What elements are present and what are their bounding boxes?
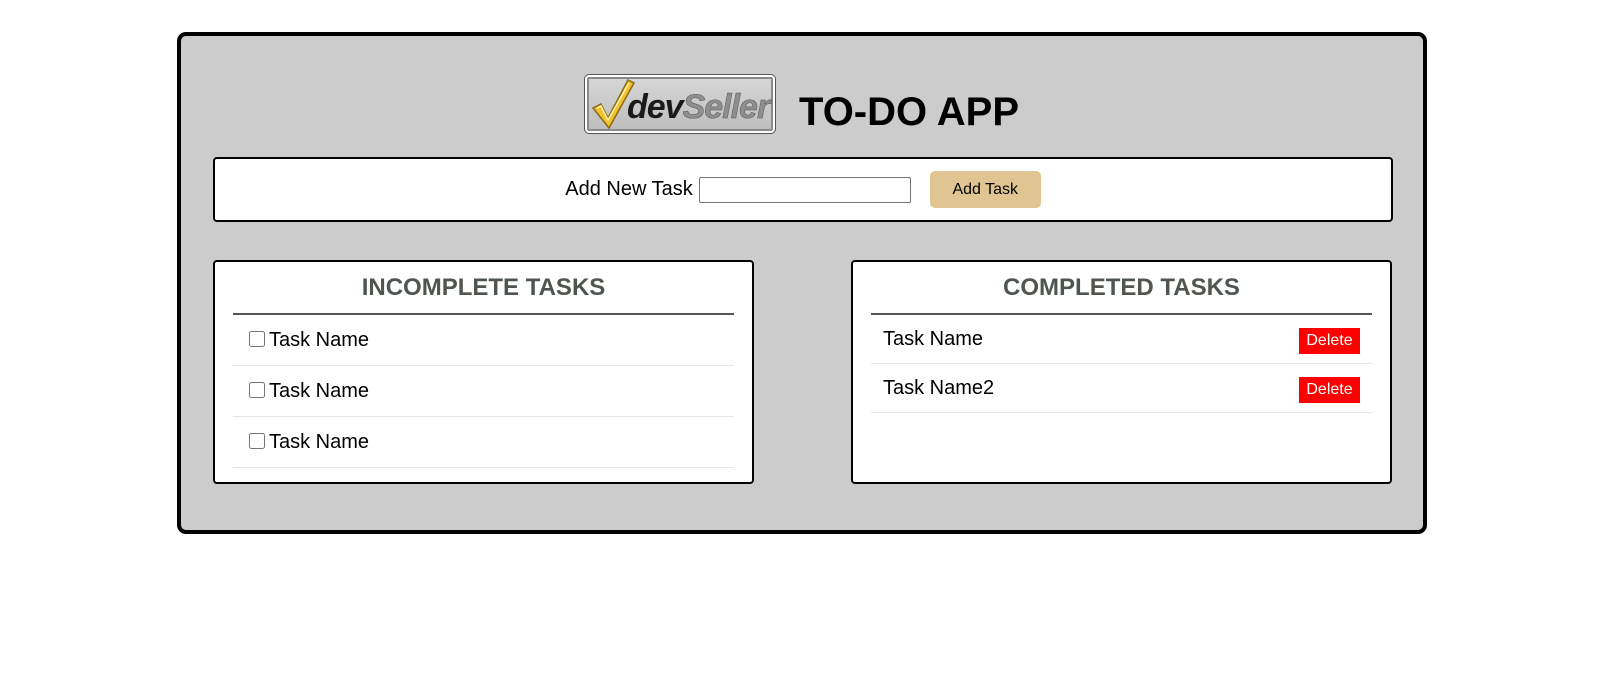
add-task-button[interactable]: Add Task [929,171,1041,208]
task-name: Task Name [269,328,370,351]
logo-text-dev: dev [626,87,684,126]
task-checkbox[interactable] [249,330,265,347]
todo-app-container: devSeller TO-DO APP Add New Task Add Tas… [177,32,1427,534]
list-item: Task Name Delete [871,315,1372,364]
task-name: Task Name [269,430,370,453]
app-header: devSeller TO-DO APP [181,72,1423,136]
list-item: Task Name [233,417,734,468]
list-item: Task Name2 Delete [871,364,1372,413]
completed-tasks-heading: COMPLETED TASKS [871,274,1372,315]
logo-text: devSeller [626,87,770,127]
task-checkbox[interactable] [249,381,265,398]
task-checkbox[interactable] [249,432,265,449]
new-task-input[interactable] [698,176,911,203]
completed-task-list: Task Name Delete Task Name2 Delete [871,315,1372,413]
add-task-label: Add New Task [565,178,693,200]
devseller-logo: devSeller [583,74,776,134]
page-title: TO-DO APP [798,89,1020,134]
task-name: Task Name [269,379,370,402]
task-name: Task Name [883,327,984,350]
logo-text-seller: Seller [682,87,770,126]
delete-button[interactable]: Delete [1299,328,1360,354]
completed-tasks-panel: COMPLETED TASKS Task Name Delete Task Na… [851,260,1392,484]
incomplete-task-list: Task Name Task Name Task Name [233,315,734,468]
list-item: Task Name [233,366,734,417]
task-name: Task Name2 [883,376,995,399]
delete-button[interactable]: Delete [1299,377,1360,403]
incomplete-tasks-heading: INCOMPLETE TASKS [233,274,734,315]
list-item: Task Name [233,315,734,366]
incomplete-tasks-panel: INCOMPLETE TASKS Task Name Task Name Tas… [213,260,754,484]
add-task-bar: Add New Task Add Task [213,157,1393,222]
